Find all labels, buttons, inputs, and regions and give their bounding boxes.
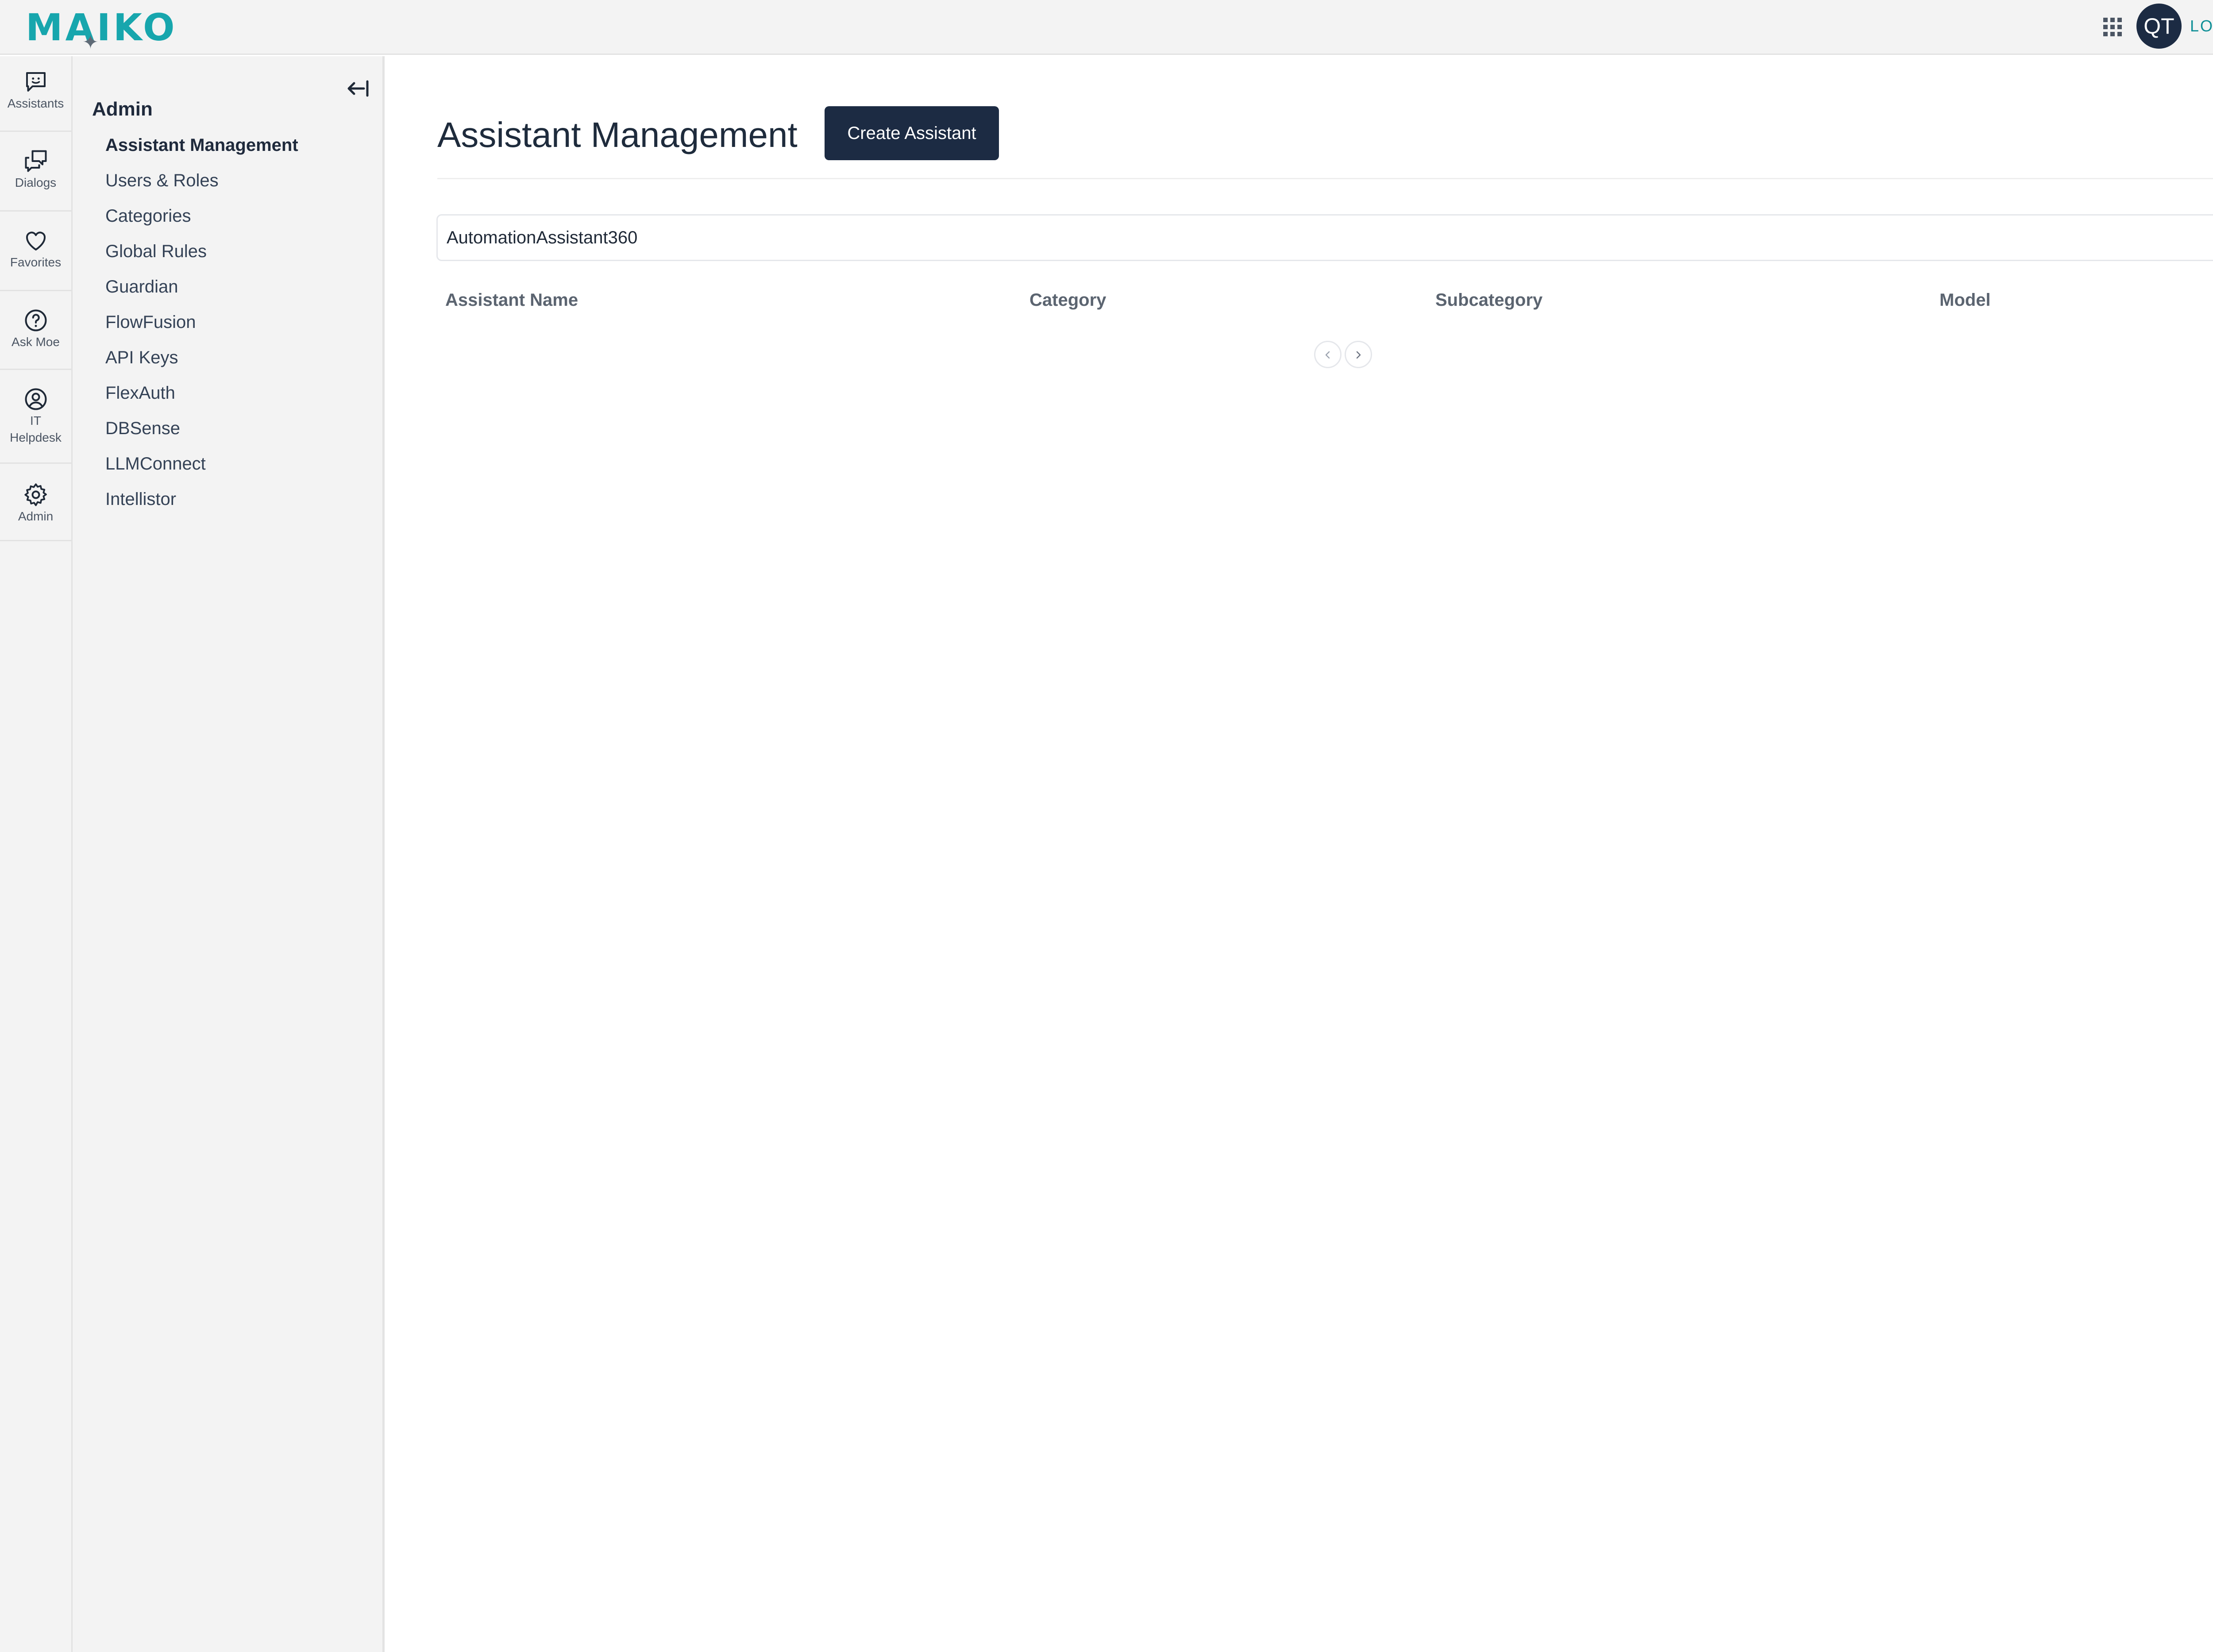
collapse-sidebar-icon[interactable]: [344, 77, 371, 100]
rail-label-dialogs: Dialogs: [15, 176, 57, 189]
nav-item-global-rules[interactable]: Global Rules: [105, 240, 207, 262]
rail-item-assistants[interactable]: Assistants: [0, 56, 71, 132]
column-header-assistant-name[interactable]: Assistant Name: [445, 289, 578, 312]
nav-section-title: Admin: [92, 98, 153, 120]
nav-item-intellistor[interactable]: Intellistor: [105, 488, 176, 510]
chevron-right-icon: [1356, 351, 1361, 359]
nav-item-flexauth[interactable]: FlexAuth: [105, 382, 175, 404]
rail-label-helpdesk: Helpdesk: [10, 431, 62, 444]
user-avatar[interactable]: QT: [2136, 4, 2182, 49]
create-assistant-button[interactable]: Create Assistant: [825, 106, 999, 160]
nav-item-dbsense[interactable]: DBSense: [105, 417, 180, 439]
rail-label-assistants: Assistants: [7, 96, 64, 110]
apps-grid-icon[interactable]: [2102, 17, 2123, 37]
next-page-button[interactable]: [1345, 341, 1372, 368]
rail-item-ask-moe[interactable]: Ask Moe: [0, 291, 71, 370]
admin-nav-panel: Admin Assistant Management Users & Roles…: [73, 56, 385, 1652]
rail-item-it-helpdesk[interactable]: IT Helpdesk: [0, 370, 71, 464]
nav-item-assistant-management[interactable]: Assistant Management: [105, 134, 298, 156]
column-header-subcategory[interactable]: Subcategory: [1435, 289, 1542, 312]
logo-star-icon: ✦: [82, 31, 99, 53]
rail-label-it: IT: [30, 414, 41, 427]
nav-item-guardian[interactable]: Guardian: [105, 276, 178, 298]
column-header-category[interactable]: Category: [1029, 289, 1106, 312]
rail-item-admin[interactable]: Admin: [0, 464, 71, 541]
top-header: MAIKO ✦ QT LOGOUT: [0, 0, 2213, 55]
nav-item-flowfusion[interactable]: FlowFusion: [105, 311, 196, 333]
nav-item-categories[interactable]: Categories: [105, 205, 191, 227]
heart-icon: [26, 231, 46, 250]
rail-label-ask-moe: Ask Moe: [12, 335, 60, 349]
search-input[interactable]: [436, 214, 2213, 261]
chevron-left-icon: [1325, 351, 1330, 359]
nav-item-llmconnect[interactable]: LLMConnect: [105, 453, 206, 475]
user-circle-icon: [25, 388, 46, 410]
rail-label-admin: Admin: [18, 509, 54, 523]
question-icon: [25, 309, 46, 331]
rail-item-dialogs[interactable]: Dialogs: [0, 132, 71, 212]
header-divider: [437, 178, 2213, 179]
icon-rail: Assistants Dialogs Favorites Ask Moe IT …: [0, 56, 73, 1652]
nav-item-api-keys[interactable]: API Keys: [105, 347, 178, 369]
logout-link[interactable]: LOGOUT: [2190, 17, 2213, 35]
gear-icon: [24, 483, 47, 506]
prev-page-button[interactable]: [1314, 341, 1342, 368]
rail-item-favorites[interactable]: Favorites: [0, 212, 71, 291]
page-title: Assistant Management: [437, 115, 798, 154]
column-header-model[interactable]: Model: [1939, 289, 1991, 312]
nav-item-users-roles[interactable]: Users & Roles: [105, 169, 219, 192]
dialogs-icon: [25, 150, 46, 172]
chat-bot-icon: [26, 72, 46, 92]
logo-text: MAIKO: [26, 6, 177, 49]
maiko-logo[interactable]: MAIKO ✦: [26, 5, 177, 53]
rail-label-favorites: Favorites: [10, 255, 62, 269]
